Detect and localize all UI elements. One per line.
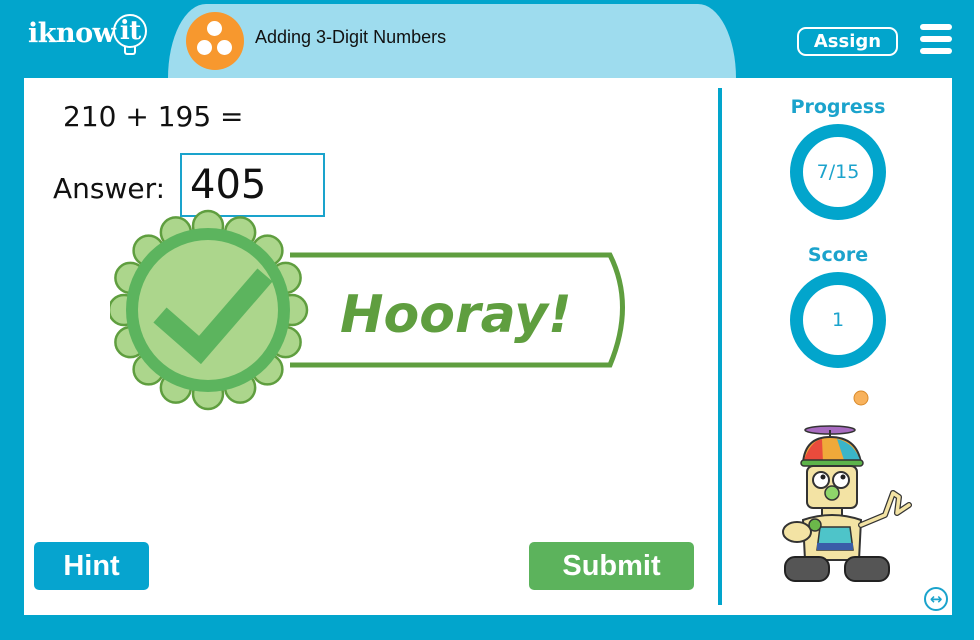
hooray-feedback-banner: Hooray!: [110, 209, 625, 411]
hamburger-menu-icon[interactable]: [920, 24, 952, 54]
sidebar-divider: [718, 88, 722, 605]
assign-button[interactable]: Assign: [797, 27, 898, 56]
checkmark-badge-icon: [110, 209, 309, 411]
badge-center: [138, 240, 278, 380]
score-label: Score: [807, 244, 869, 266]
robot-mascot: [782, 390, 912, 582]
progress-value: 7/15: [816, 161, 860, 183]
header-lesson-tab: [168, 4, 736, 78]
right-tread: [844, 556, 890, 582]
left-tread: [784, 556, 830, 582]
hooray-message: Hooray!: [340, 285, 572, 345]
lesson-title: Adding 3-Digit Numbers: [255, 27, 447, 47]
logo-text: iknow: [28, 18, 116, 49]
submit-button[interactable]: Submit: [529, 542, 694, 590]
hint-button[interactable]: Hint: [34, 542, 149, 590]
iknowit-logo[interactable]: iknow it: [28, 12, 148, 55]
progress-ring: 7/15: [790, 124, 886, 220]
progress-label: Progress: [790, 96, 886, 118]
lightbulb-icon: it: [113, 12, 148, 55]
score-value: 1: [831, 309, 845, 331]
robot-nose: [824, 485, 840, 501]
answer-label: Answer:: [53, 172, 166, 205]
three-dots-circle-icon: [186, 12, 244, 70]
orange-ball: [853, 390, 869, 406]
question-expression: 210 + 195 =: [63, 100, 244, 133]
score-ring: 1: [790, 272, 886, 368]
expand-horizontal-icon[interactable]: ↔: [924, 587, 948, 611]
